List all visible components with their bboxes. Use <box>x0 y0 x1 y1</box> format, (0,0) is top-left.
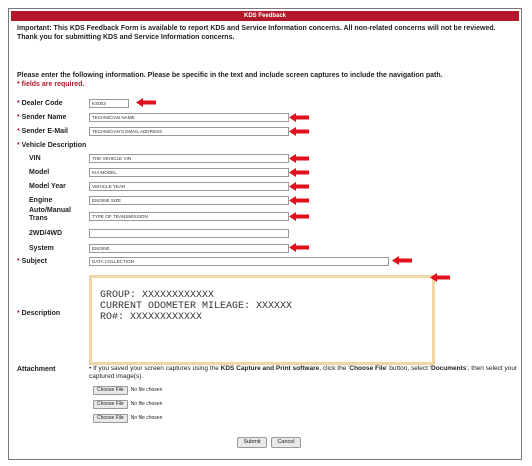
intro-text: Important: This KDS Feedback Form is ava… <box>17 25 517 42</box>
intro-line-2: Thank you for submitting KDS and Service… <box>17 33 235 41</box>
file-status-3: No file chosen <box>130 415 163 421</box>
sender-email-input[interactable]: TECHNICIAN'S EMAIL ADDRESS <box>89 127 289 136</box>
left-arrow-icon <box>136 98 156 107</box>
window-title: KDS Feedback <box>11 11 519 21</box>
choose-file-button-3[interactable]: Choose File <box>93 413 128 423</box>
attachment-label: Attachment <box>17 366 56 373</box>
feedback-window: KDS Feedback Important: This KDS Feedbac… <box>8 8 522 460</box>
left-arrow-icon <box>289 196 309 205</box>
submit-button[interactable]: Submit <box>237 437 267 448</box>
choose-file-button-2[interactable]: Choose File <box>93 399 128 409</box>
file-row-3: Choose File No file chosen <box>93 413 162 423</box>
trans-input[interactable]: TYPE OF TRANSMISSION <box>89 212 289 221</box>
cancel-button[interactable]: Cancel <box>271 437 301 448</box>
file-status-2: No file chosen <box>130 401 163 407</box>
trans-label: Auto/Manual Trans <box>29 207 71 222</box>
model-input[interactable]: KIA MODEL <box>89 168 289 177</box>
system-label: System <box>29 245 54 252</box>
model-year-input[interactable]: VEHICLE YEAR <box>89 182 289 191</box>
file-row-1: Choose File No file chosen <box>93 385 162 395</box>
left-arrow-icon <box>392 256 412 265</box>
description-line-2: CURRENT ODOMETER MILEAGE: XXXXXX <box>100 301 293 312</box>
subject-input[interactable]: DATA COLLECTION <box>89 257 389 266</box>
vin-label: VIN <box>29 155 41 162</box>
drive-input[interactable] <box>89 229 289 238</box>
dealer-code-input[interactable]: ks003 <box>89 99 129 108</box>
left-arrow-icon <box>289 127 309 136</box>
description-line-3: RO#: XXXXXXXXXXXX <box>100 312 203 323</box>
vin-input[interactable]: THE VEHICLE VIN <box>89 154 289 163</box>
left-arrow-icon <box>289 154 309 163</box>
description-line-1: GROUP: XXXXXXXXXXXX <box>100 290 215 301</box>
dealer-code-label: * Dealer Code <box>17 100 63 107</box>
left-arrow-icon <box>289 182 309 191</box>
description-text: GROUP: XXXXXXXXXXXX CURRENT ODOMETER MIL… <box>100 290 292 323</box>
engine-label: Engine <box>29 197 53 204</box>
left-arrow-icon <box>289 243 309 252</box>
attachment-instructions: • If you saved your screen captures usin… <box>89 365 518 380</box>
sender-name-input[interactable]: TECHNICIAN NAME <box>89 113 289 122</box>
model-year-label: Model Year <box>29 183 66 190</box>
vehicle-description-label: * Vehicle Description <box>17 142 87 149</box>
system-input[interactable]: ENGINE <box>89 244 289 253</box>
required-note: * fields are required. <box>17 80 85 88</box>
subject-label: * Subject <box>17 258 47 265</box>
left-arrow-icon <box>430 273 450 282</box>
choose-file-button-1[interactable]: Choose File <box>93 385 128 395</box>
model-label: Model <box>29 169 50 176</box>
left-arrow-icon <box>289 168 309 177</box>
left-arrow-icon <box>289 113 309 122</box>
drive-label: 2WD/4WD <box>29 230 63 237</box>
file-status-1: No file chosen <box>130 387 163 393</box>
intro-line-1: Important: This KDS Feedback Form is ava… <box>17 25 496 32</box>
left-arrow-icon <box>289 212 309 221</box>
description-textarea[interactable]: GROUP: XXXXXXXXXXXX CURRENT ODOMETER MIL… <box>89 275 435 365</box>
instructions-line: Please enter the following information. … <box>17 72 443 79</box>
description-label: * Description <box>17 310 61 317</box>
instructions: Please enter the following information. … <box>17 72 517 89</box>
engine-input[interactable]: ENGINE SIZE <box>89 196 289 205</box>
sender-name-label: * Sender Name <box>17 114 67 121</box>
file-row-2: Choose File No file chosen <box>93 399 162 409</box>
sender-email-label: * Sender E-Mail <box>17 128 68 135</box>
